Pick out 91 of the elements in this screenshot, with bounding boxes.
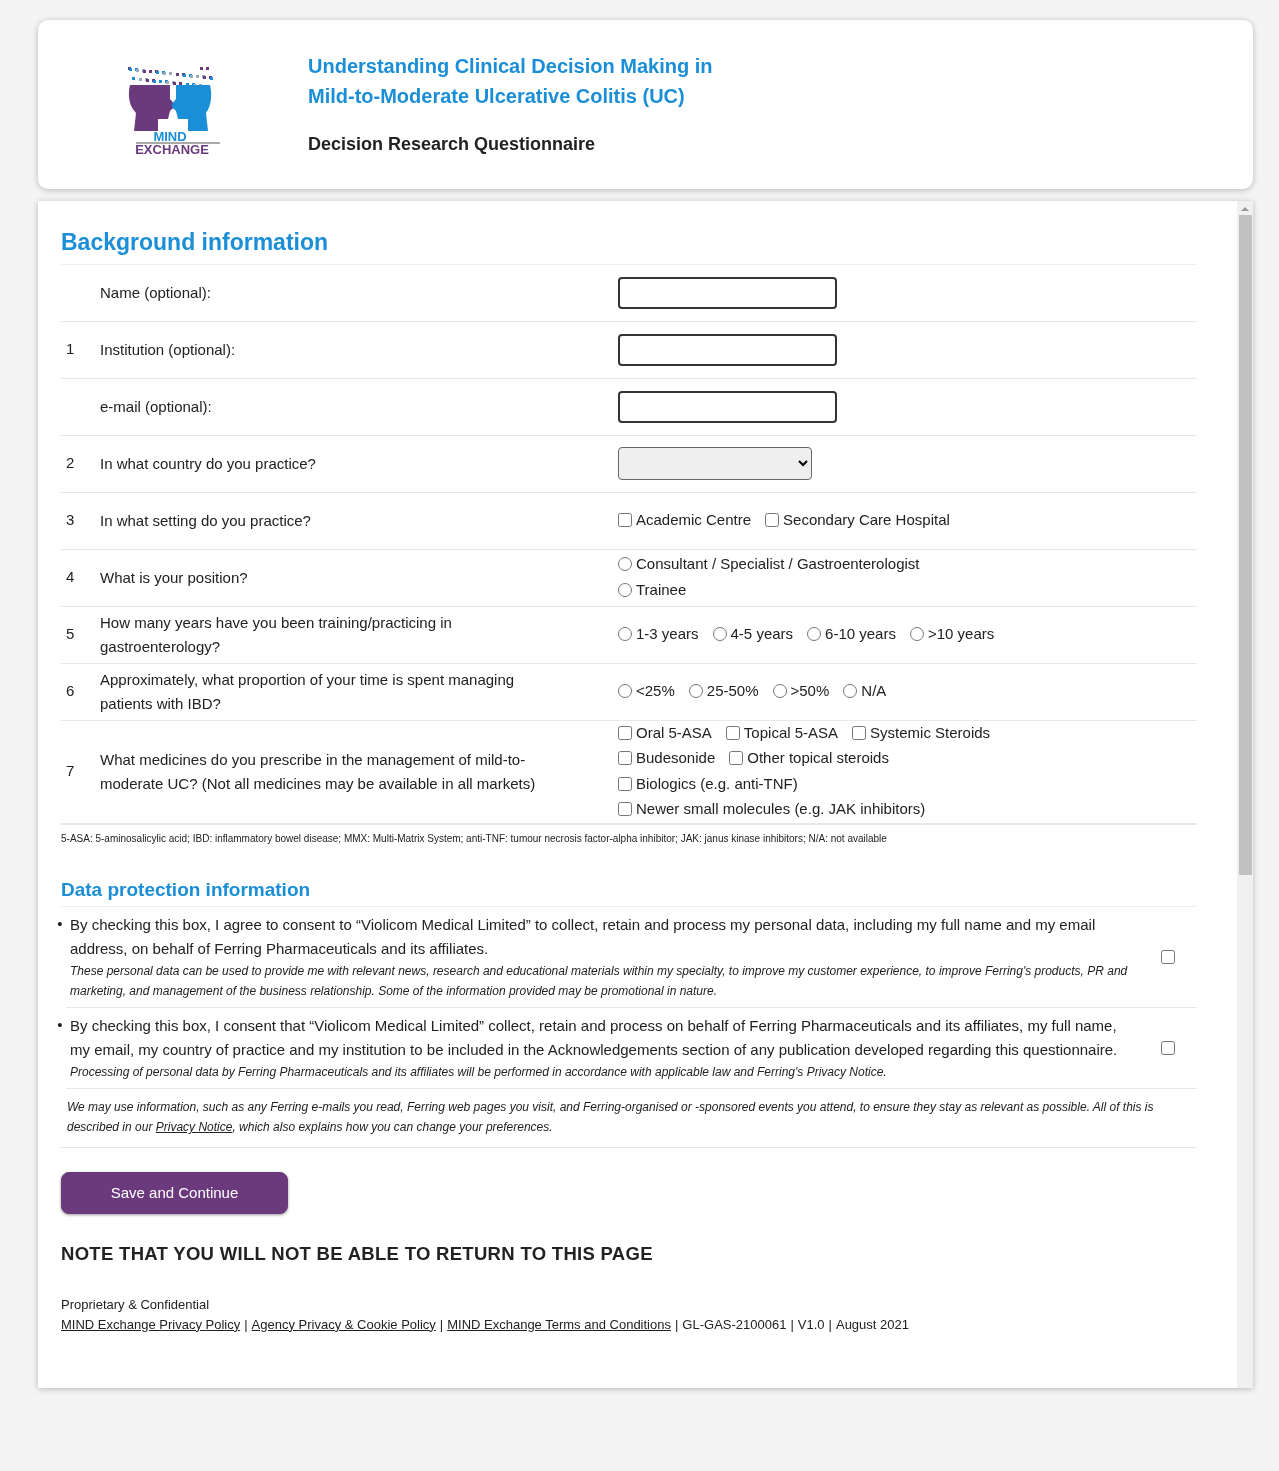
- option-label: Biologics (e.g. anti-TNF): [636, 773, 798, 794]
- option-label: Trainee: [636, 579, 687, 600]
- bullet: •: [56, 1015, 64, 1035]
- checkbox[interactable]: [765, 512, 780, 527]
- question-number: 6: [66, 682, 75, 700]
- radio-button[interactable]: [618, 582, 632, 597]
- question-label: Name (optional):: [100, 283, 211, 301]
- question-number: 5: [66, 625, 75, 643]
- option-label: 1-3 years: [636, 623, 699, 644]
- radio-button[interactable]: [909, 626, 924, 641]
- option-label: Other topical steroids: [747, 748, 889, 768]
- option-label: Budesonide: [636, 748, 716, 768]
- question-label: e-mail (optional):: [100, 397, 212, 415]
- question-label: In what country do you practice?: [100, 454, 316, 472]
- checkbox[interactable]: [618, 776, 632, 791]
- privacy-notice-link[interactable]: Privacy Notice: [155, 1120, 233, 1134]
- option-label: 6-10 years: [825, 623, 896, 644]
- option-label: Newer small molecules (e.g. JAK inhibitors): [636, 799, 926, 819]
- bullet: •: [56, 914, 64, 934]
- consent-text: By checking this box, I consent that “Violicom Medical Limited” collect, retain and process on behalf of Ferring Pharmaceuticals and its affiliates, my full name, my email, my country of practice and my institution to be included in the Acknowledgements section of any publication developed regarding this questionnaire.: [70, 1016, 1119, 1060]
- input-field[interactable]: [618, 276, 837, 309]
- footer-text: August 2021: [835, 1316, 909, 1332]
- separator: |: [828, 1316, 832, 1332]
- consent-text: By checking this box, I agree to consent to “Violicom Medical Limited” to collect, retain and process my personal data, including my full name and my email address, on behalf of Ferring Pharmaceuticals and its affiliates.: [70, 915, 1097, 959]
- checkbox[interactable]: [729, 751, 744, 765]
- radio-button[interactable]: [618, 683, 632, 698]
- survey-title-line: Understanding Clinical Decision Making in: [308, 54, 713, 79]
- checkbox[interactable]: [618, 802, 632, 816]
- consent-checkbox[interactable]: [1161, 1041, 1175, 1055]
- separator: |: [674, 1316, 679, 1332]
- footer-link[interactable]: MIND Exchange Terms and Conditions: [447, 1316, 671, 1332]
- question-label: Institution (optional):: [100, 340, 236, 358]
- separator: |: [439, 1316, 444, 1332]
- option-label: 4-5 years: [730, 623, 794, 644]
- checkbox[interactable]: [618, 512, 632, 527]
- footer-link[interactable]: Agency Privacy & Cookie Policy: [251, 1316, 436, 1332]
- option-label: >50%: [790, 680, 830, 701]
- radio-button[interactable]: [712, 626, 727, 641]
- radio-button[interactable]: [618, 557, 632, 571]
- option-label: Consultant / Specialist / Gastroenterologist: [636, 554, 920, 574]
- question-number: 3: [66, 511, 75, 529]
- option-label: Secondary Care Hospital: [783, 509, 950, 530]
- save-button[interactable]: Save and Continue: [61, 1172, 288, 1214]
- survey-title-line: Mild-to-Moderate Ulcerative Colitis (UC): [308, 84, 686, 109]
- consent-note: These personal data can be used to provide me with relevant news, research and educational materials within my specialty, to improve my customer experience, to improve Ferring's products, PR and marketing, and management of the business relationship. Some of the information provided may be promotional in nature.: [70, 963, 1129, 1000]
- separator: |: [244, 1316, 248, 1332]
- option-label: Systemic Steroids: [870, 722, 991, 743]
- option-label: >10 years: [927, 623, 995, 644]
- option-label: <25%: [636, 680, 675, 701]
- input-field[interactable]: [618, 390, 837, 423]
- radio-button[interactable]: [618, 626, 632, 641]
- question-number: 4: [66, 568, 75, 586]
- question-label: What medicines do you prescribe in the management of mild-to-moderate UC? (Not all medicines may be available in all markets): [100, 750, 536, 792]
- question-label: What is your position?: [100, 568, 248, 586]
- checkbox[interactable]: [852, 725, 867, 740]
- question-label: How many years have you been training/practicing in gastroenterology?: [100, 613, 452, 655]
- radio-button[interactable]: [807, 626, 822, 641]
- privacy-info-text: We may use information, such as any Ferring e-mails you read, Ferring web pages you visit, and Ferring-organised or -sponsored events you attend, to ensure they stay as relevant as possible. All of this is described in our Privacy Notice, which also explains how you can change your preferences.: [61, 1089, 1197, 1148]
- scroll-up-arrow-icon[interactable]: [1241, 207, 1249, 211]
- checkbox[interactable]: [618, 725, 632, 740]
- footer-text: V1.0: [797, 1316, 825, 1332]
- section-heading: Data protection information: [61, 875, 1197, 907]
- option-label: Topical 5-ASA: [743, 722, 839, 743]
- consent-checkbox[interactable]: [1161, 950, 1175, 964]
- footer-text: GL-GAS-2100061: [682, 1316, 787, 1332]
- section-heading: Background information: [61, 225, 1197, 265]
- question-number: 1: [66, 340, 75, 358]
- warning-note: NOTE THAT YOU WILL NOT BE ABLE TO RETURN TO THIS PAGE: [61, 1242, 654, 1266]
- separator: |: [790, 1316, 794, 1332]
- checkbox[interactable]: [725, 725, 740, 740]
- country-dropdown[interactable]: [618, 447, 812, 480]
- checkbox[interactable]: [618, 751, 632, 765]
- question-label: In what setting do you practice?: [100, 511, 311, 529]
- footnote: 5-ASA: 5-aminosalicylic acid; IBD: inflammatory bowel disease; MMX: Multi-Matrix System; anti-TNF: tumour necrosis factor-alpha inhibitor; JAK: janus kinase inhibitors; N/A: not available: [61, 823, 1197, 854]
- logo-drawing: MIND EXCHANGE: [110, 54, 230, 155]
- footer-link[interactable]: MIND Exchange Privacy Policy: [61, 1316, 241, 1332]
- question-label: Approximately, what proportion of your time is spent managing patients with IBD?: [100, 670, 515, 712]
- radio-button[interactable]: [772, 683, 787, 698]
- input-field[interactable]: [618, 333, 837, 366]
- option-label: Oral 5-ASA: [636, 722, 712, 743]
- consent-note: Processing of personal data by Ferring Pharmaceuticals and its affiliates will be performed in accordance with applicable law and Ferring's Privacy Notice.: [70, 1064, 888, 1081]
- question-number: 7: [66, 762, 75, 780]
- option-label: Academic Centre: [636, 509, 752, 530]
- questionnaire-subtitle: Decision Research Questionnaire: [308, 133, 597, 156]
- radio-button[interactable]: [843, 683, 858, 698]
- option-label: N/A: [861, 680, 887, 701]
- question-number: 2: [66, 454, 75, 472]
- radio-button[interactable]: [688, 683, 703, 698]
- scrollbar-thumb[interactable]: [1238, 215, 1252, 875]
- footer-text: Proprietary & Confidential: [61, 1295, 211, 1314]
- option-label: 25-50%: [706, 680, 759, 701]
